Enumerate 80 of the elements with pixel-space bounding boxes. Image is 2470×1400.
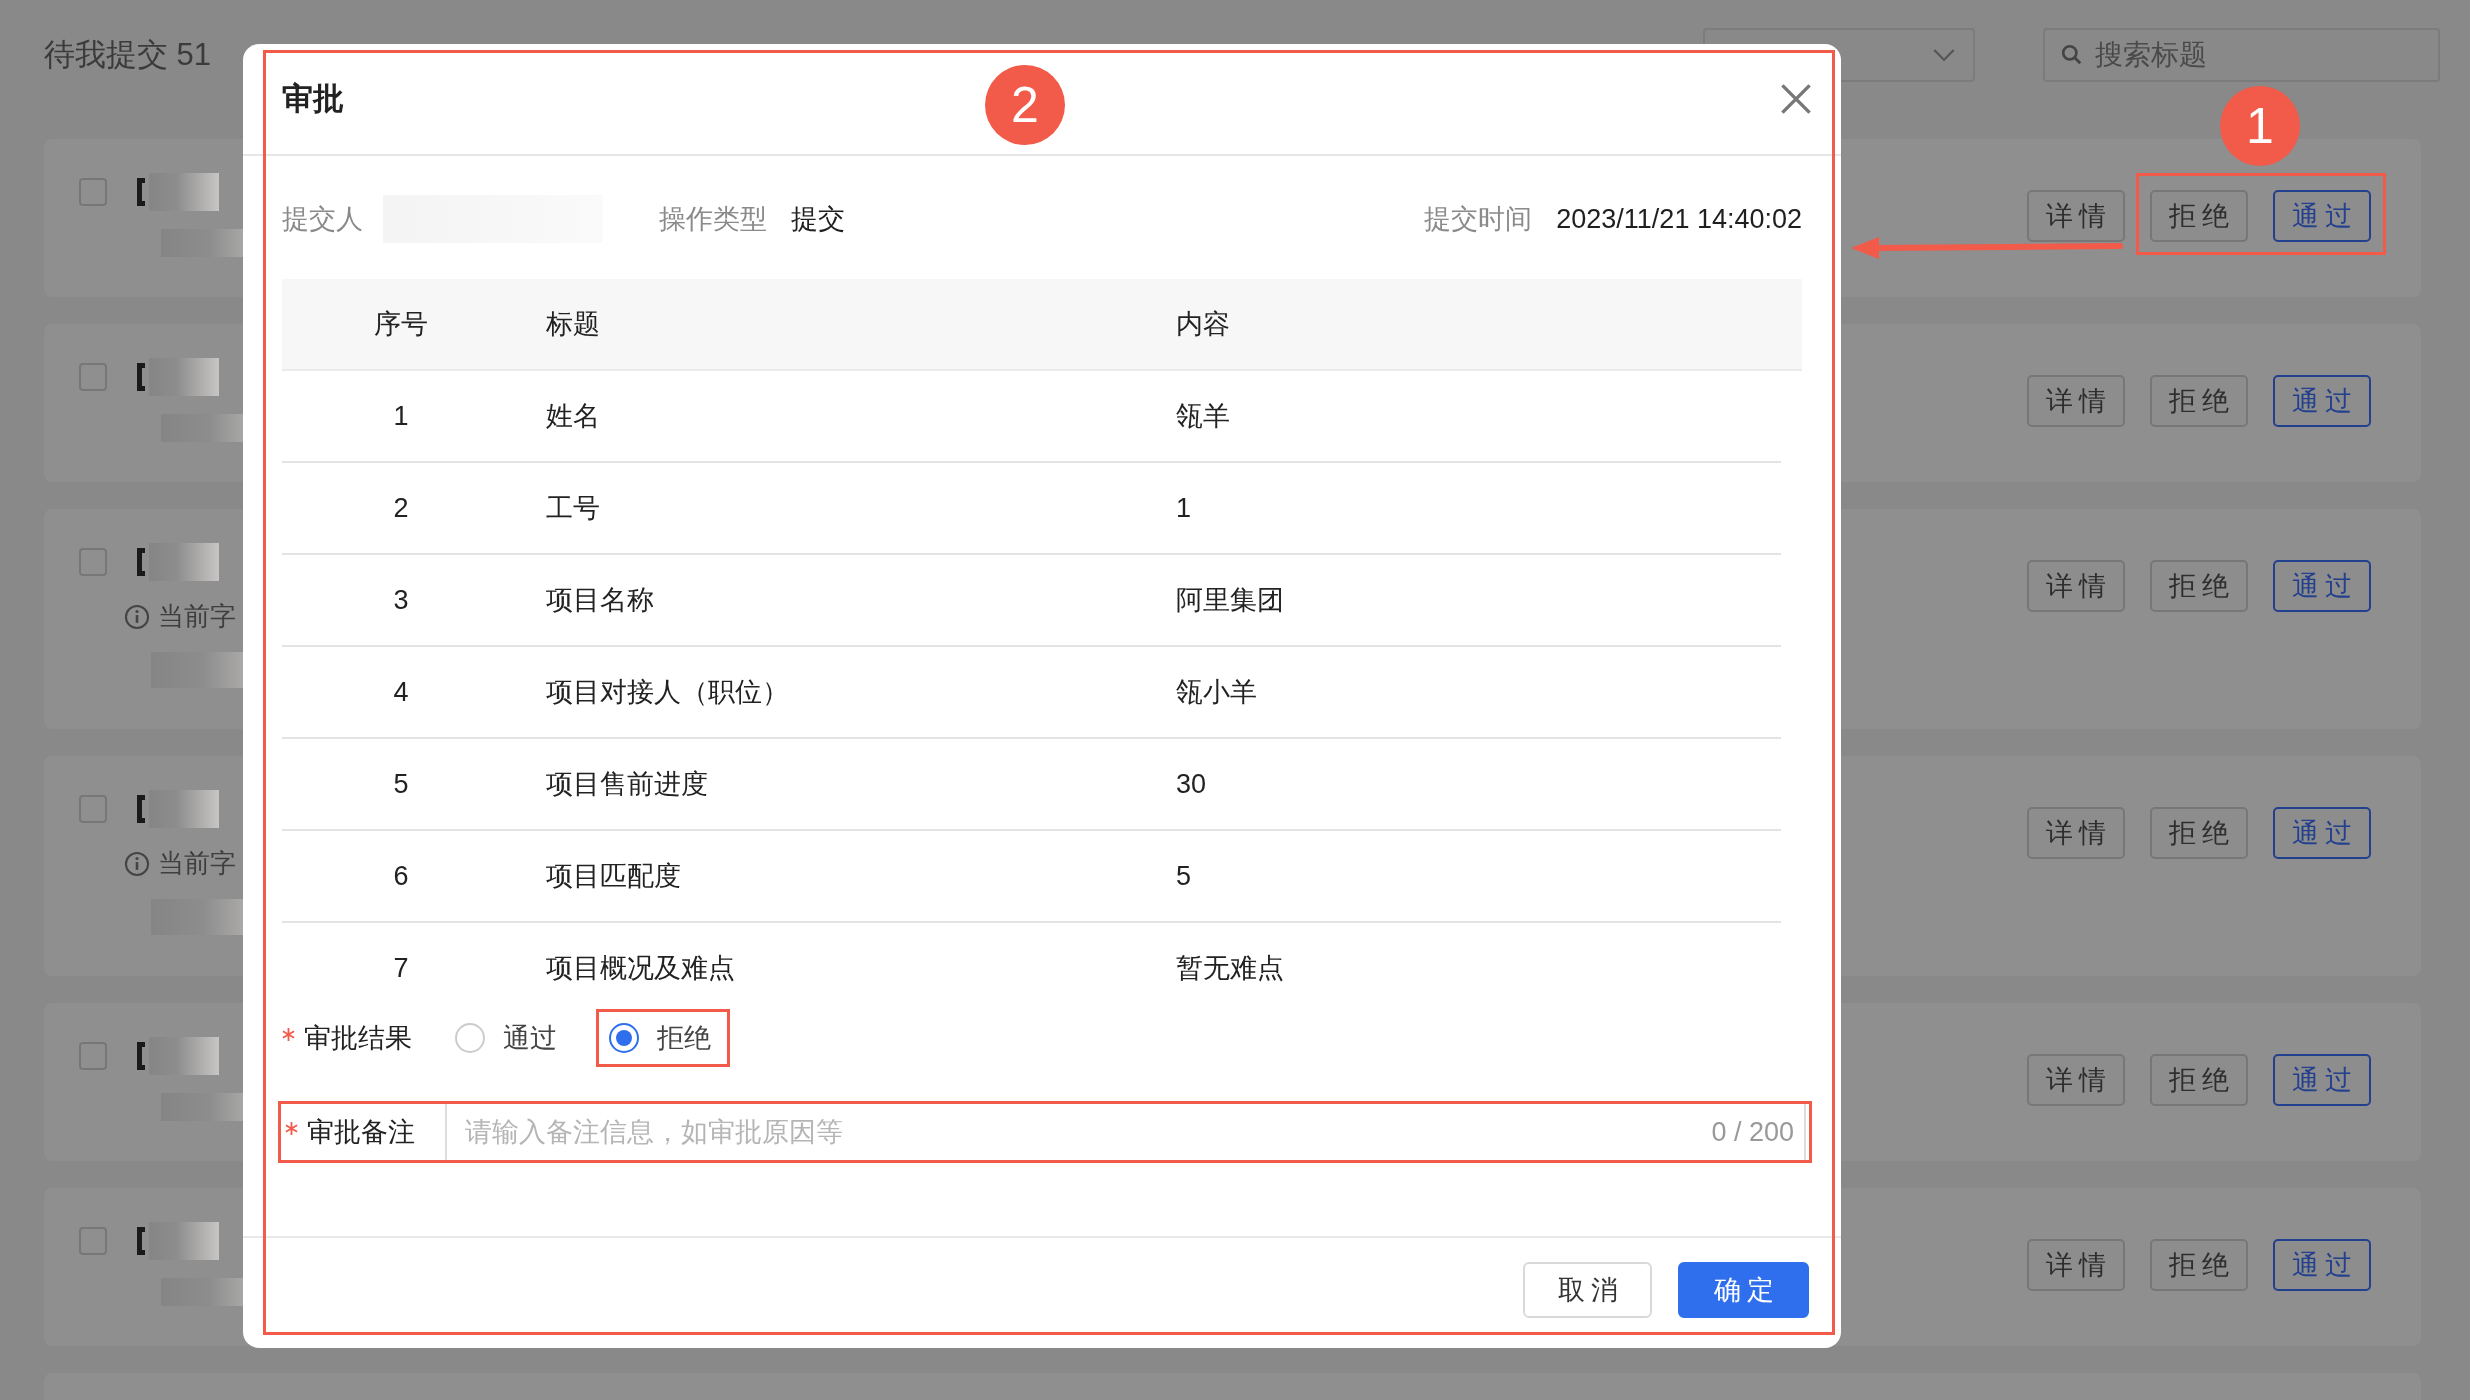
checkbox[interactable]: [79, 1227, 107, 1255]
close-icon[interactable]: [1779, 82, 1813, 116]
action-button[interactable]: 详情: [2027, 375, 2125, 427]
action-button[interactable]: 拒绝: [2150, 190, 2248, 242]
search-field[interactable]: 搜索标题: [2043, 28, 2440, 82]
action-button[interactable]: 详情: [2027, 1054, 2125, 1106]
radio-option[interactable]: 拒绝: [609, 1020, 711, 1056]
table-cell-text: 1: [1175, 492, 1193, 524]
form-label: 审批备注: [307, 1116, 416, 1149]
table-cell-text: 3: [392, 584, 410, 616]
action-button[interactable]: 详情: [2027, 190, 2125, 242]
table-cell-text: 6: [392, 860, 410, 892]
column-header: 内容: [1175, 308, 1231, 341]
column-header: 标题: [545, 308, 601, 341]
redacted-block: [149, 1037, 219, 1075]
info-text: 当前字: [158, 847, 236, 880]
table-cell-text: 4: [392, 676, 410, 708]
redacted-block: [149, 358, 219, 396]
table-cell-text: 项目匹配度: [545, 860, 682, 893]
action-button[interactable]: 通过: [2273, 190, 2371, 242]
action-button[interactable]: 通过: [2273, 1239, 2371, 1291]
checkbox[interactable]: [79, 363, 107, 391]
table-cell-text: 暂无难点: [1175, 952, 1285, 985]
action-button[interactable]: 拒绝: [2150, 560, 2248, 612]
action-button[interactable]: 通过: [2273, 560, 2371, 612]
table-cell-text: 5: [1175, 860, 1193, 892]
table-cell-text: 阿里集团: [1175, 584, 1285, 617]
action-button[interactable]: 通过: [2273, 375, 2371, 427]
dialog-button[interactable]: 确定: [1678, 1262, 1809, 1318]
dialog-title: 审批: [282, 80, 344, 118]
table-cell-text: 1: [392, 400, 410, 432]
field-value: 2023/11/21 14:40:02: [1556, 203, 1802, 235]
action-button[interactable]: 通过: [2273, 1054, 2371, 1106]
info-icon: [124, 603, 150, 630]
action-button[interactable]: 详情: [2027, 807, 2125, 859]
column-header: 序号: [373, 308, 429, 341]
table-cell-text: 7: [392, 952, 410, 984]
action-button[interactable]: 拒绝: [2150, 1054, 2248, 1106]
field-value: 提交: [791, 203, 845, 236]
search-icon: [2061, 44, 2083, 66]
table-cell-text: 瓴羊: [1175, 400, 1231, 433]
redacted-block: [149, 173, 219, 211]
chevron-down-icon: [1933, 48, 1955, 62]
checkbox[interactable]: [79, 795, 107, 823]
form-label: 审批结果: [304, 1022, 413, 1055]
character-counter: 0 / 200: [1711, 1117, 1794, 1148]
step-number-badge: 1: [2220, 86, 2300, 166]
redacted-block: [149, 790, 219, 828]
field-label: 操作类型: [659, 203, 767, 236]
redacted-block: [149, 1222, 219, 1260]
redacted-block: [149, 543, 219, 581]
radio-button[interactable]: [455, 1023, 485, 1053]
checkbox[interactable]: [79, 548, 107, 576]
action-button[interactable]: 拒绝: [2150, 1239, 2248, 1291]
table-cell-text: 姓名: [545, 400, 601, 433]
info-icon: [124, 850, 150, 877]
table-cell-text: 5: [392, 768, 410, 800]
field-label: 提交时间: [1424, 203, 1533, 236]
radio-button[interactable]: [609, 1023, 639, 1053]
action-button[interactable]: 拒绝: [2150, 807, 2248, 859]
action-button[interactable]: 通过: [2273, 807, 2371, 859]
table-cell-text: 项目概况及难点: [545, 952, 736, 985]
dialog-button[interactable]: 取消: [1523, 1262, 1652, 1318]
table-cell-text: 项目对接人（职位）: [545, 676, 790, 709]
table-cell-text: 30: [1175, 768, 1208, 800]
radio-option[interactable]: 通过: [455, 1020, 557, 1056]
checkbox[interactable]: [79, 1042, 107, 1070]
step-number-badge: 2: [985, 65, 1065, 145]
action-button[interactable]: 详情: [2027, 560, 2125, 612]
tab[interactable]: 待我提交 51: [44, 34, 212, 76]
table-cell-text: 项目名称: [545, 584, 655, 617]
table-cell-text: 项目售前进度: [545, 768, 709, 801]
info-text: 当前字: [158, 600, 236, 633]
checkbox[interactable]: [79, 178, 107, 206]
action-button[interactable]: 详情: [2027, 1239, 2125, 1291]
field-label: 提交人: [282, 203, 363, 236]
table-cell-text: 瓴小羊: [1175, 676, 1258, 709]
table-cell-text: 2: [392, 492, 410, 524]
table-cell-text: 工号: [545, 492, 601, 525]
action-button[interactable]: 拒绝: [2150, 375, 2248, 427]
